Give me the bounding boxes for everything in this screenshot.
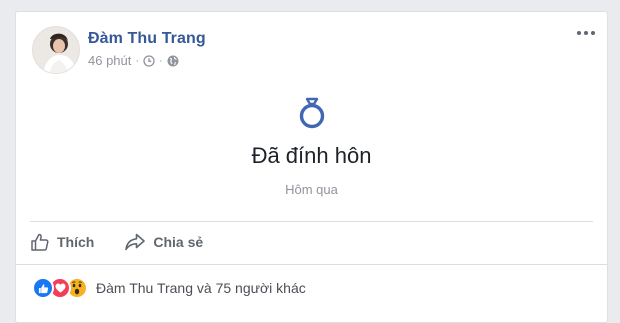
post-card: Đàm Thu Trang 46 phút · · Đã đính hôn Hô… xyxy=(15,11,608,323)
share-icon xyxy=(125,233,146,251)
author-name[interactable]: Đàm Thu Trang xyxy=(88,30,206,48)
action-bar: Thích Chia sẻ xyxy=(30,232,203,252)
ring-icon xyxy=(299,97,324,129)
like-reaction-icon xyxy=(32,277,54,299)
life-event-title: Đã đính hôn xyxy=(251,143,372,168)
life-event-date: Hôm qua xyxy=(285,182,338,197)
more-options-icon[interactable] xyxy=(575,26,597,40)
share-label: Chia sẻ xyxy=(153,234,204,250)
like-label: Thích xyxy=(57,234,95,250)
divider xyxy=(30,221,593,222)
clock-icon xyxy=(143,54,155,67)
reactions-summary[interactable]: Đàm Thu Trang và 75 người khác xyxy=(32,277,306,299)
meta-separator: · xyxy=(135,54,140,67)
avatar[interactable] xyxy=(32,26,80,74)
globe-icon[interactable] xyxy=(167,55,179,67)
divider xyxy=(16,264,607,265)
meta-separator: · xyxy=(159,54,163,67)
life-event: Đã đính hôn Hôm qua xyxy=(16,96,607,197)
thumbs-up-icon xyxy=(31,233,49,251)
share-button[interactable]: Chia sẻ xyxy=(124,232,203,252)
post-meta: 46 phút · · xyxy=(88,53,179,68)
reactions-text[interactable]: Đàm Thu Trang và 75 người khác xyxy=(96,280,306,296)
post-time[interactable]: 46 phút xyxy=(88,53,131,68)
like-button[interactable]: Thích xyxy=(30,232,94,252)
